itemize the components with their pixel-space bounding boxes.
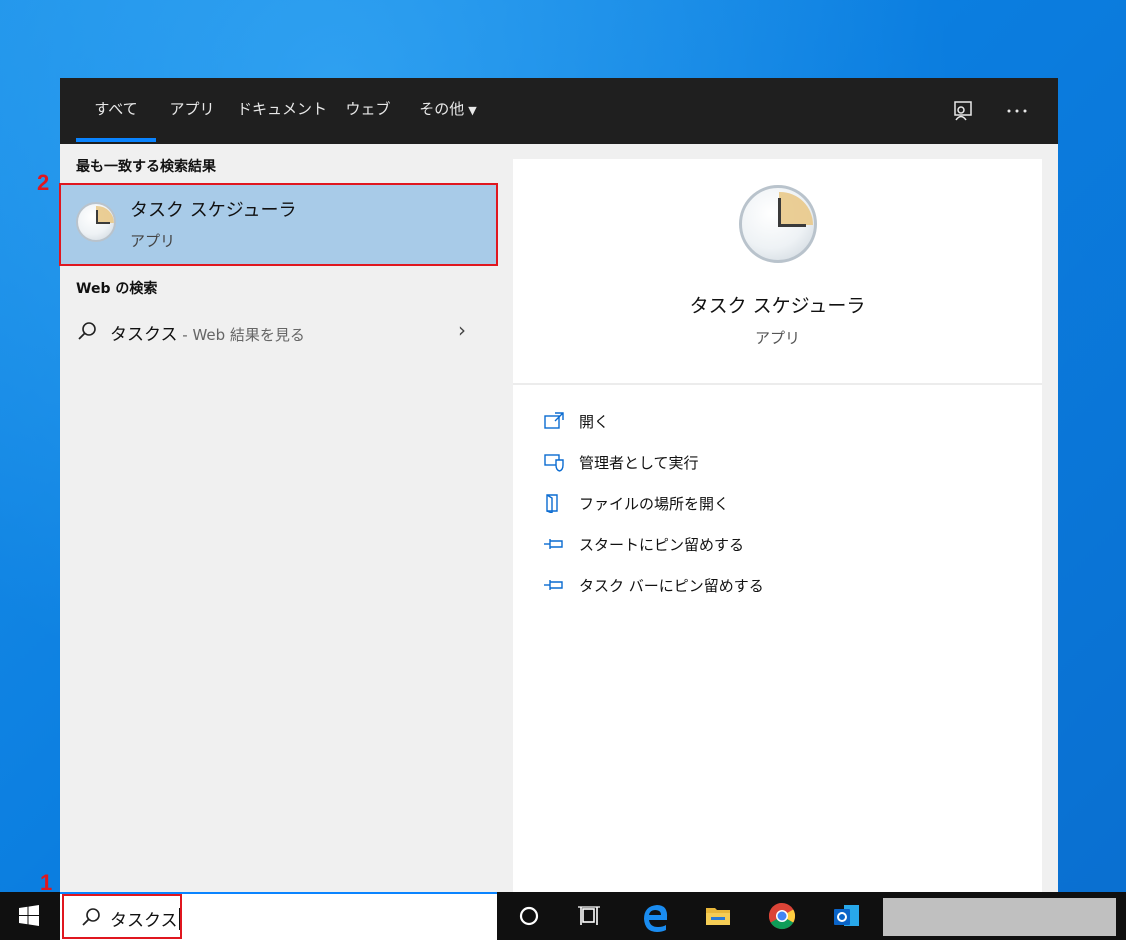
action-pin-to-start-label: スタートにピン留めする <box>579 536 745 554</box>
best-match-heading: 最も一致する検索結果 <box>76 159 216 175</box>
action-pin-to-taskbar-label: タスク バーにピン留めする <box>579 577 764 595</box>
tab-documents[interactable]: ドキュメント <box>236 78 328 144</box>
tab-more[interactable]: その他 ▼ <box>410 78 486 144</box>
web-search-result[interactable]: タスクス - Web 結果を見る › <box>60 314 498 354</box>
app-details-pane: タスク スケジューラ アプリ 開く 管理者として実行 ファイルの場所を開く スタ… <box>513 159 1042 892</box>
action-pin-to-start[interactable]: スタートにピン留めする <box>543 532 943 558</box>
task-scheduler-large-icon <box>739 185 817 263</box>
chevron-right-icon[interactable]: › <box>458 318 466 342</box>
search-filter-bar: すべて アプリ ドキュメント ウェブ その他 ▼ <box>60 78 1058 144</box>
chrome-icon[interactable] <box>758 892 806 940</box>
caret-down-icon: ▼ <box>468 104 477 117</box>
more-options-icon[interactable] <box>1004 98 1030 124</box>
tab-web[interactable]: ウェブ <box>342 78 394 144</box>
app-subtitle: アプリ <box>754 329 800 347</box>
web-search-heading: Web の検索 <box>76 281 158 297</box>
step-number-2: 2 <box>37 170 50 195</box>
windows-logo-icon <box>19 905 39 926</box>
step-number-1: 1 <box>40 870 53 895</box>
highlight-box-search <box>62 894 182 939</box>
taskbar-redacted-area <box>883 898 1116 936</box>
tab-web-label: ウェブ <box>345 100 391 118</box>
tab-apps-label: アプリ <box>169 100 215 118</box>
web-search-suffix: - Web 結果を見る <box>177 326 305 344</box>
action-open-file-location[interactable]: ファイルの場所を開く <box>543 491 943 517</box>
open-icon <box>544 412 564 429</box>
highlight-box-best-match <box>59 183 498 266</box>
web-search-text: タスクス - Web 結果を見る <box>110 320 305 345</box>
pin-icon <box>544 539 563 549</box>
search-icon <box>78 322 96 340</box>
feedback-icon[interactable] <box>950 98 976 124</box>
web-search-query: タスクス <box>110 325 178 345</box>
pin-icon <box>544 580 563 590</box>
action-open[interactable]: 開く <box>543 409 943 435</box>
tab-all[interactable]: すべて <box>76 78 156 144</box>
tab-all-label: すべて <box>94 100 138 118</box>
shield-icon <box>544 454 564 472</box>
action-open-label: 開く <box>579 413 610 431</box>
action-pin-to-taskbar[interactable]: タスク バーにピン留めする <box>543 573 943 599</box>
file-explorer-icon[interactable] <box>694 892 742 940</box>
outlook-icon[interactable] <box>822 892 870 940</box>
divider <box>513 383 1042 385</box>
tab-documents-label: ドキュメント <box>236 100 327 118</box>
task-view-icon[interactable] <box>566 892 614 940</box>
tab-apps[interactable]: アプリ <box>166 78 218 144</box>
action-open-file-location-label: ファイルの場所を開く <box>579 495 730 513</box>
tab-more-label: その他 <box>419 100 465 118</box>
edge-icon[interactable] <box>631 892 679 940</box>
cortana-icon[interactable] <box>505 892 553 940</box>
app-title: タスク スケジューラ <box>689 295 866 317</box>
action-run-as-admin[interactable]: 管理者として実行 <box>543 450 943 476</box>
action-run-as-admin-label: 管理者として実行 <box>579 454 699 472</box>
file-location-icon <box>546 494 558 513</box>
start-button[interactable] <box>0 892 58 940</box>
